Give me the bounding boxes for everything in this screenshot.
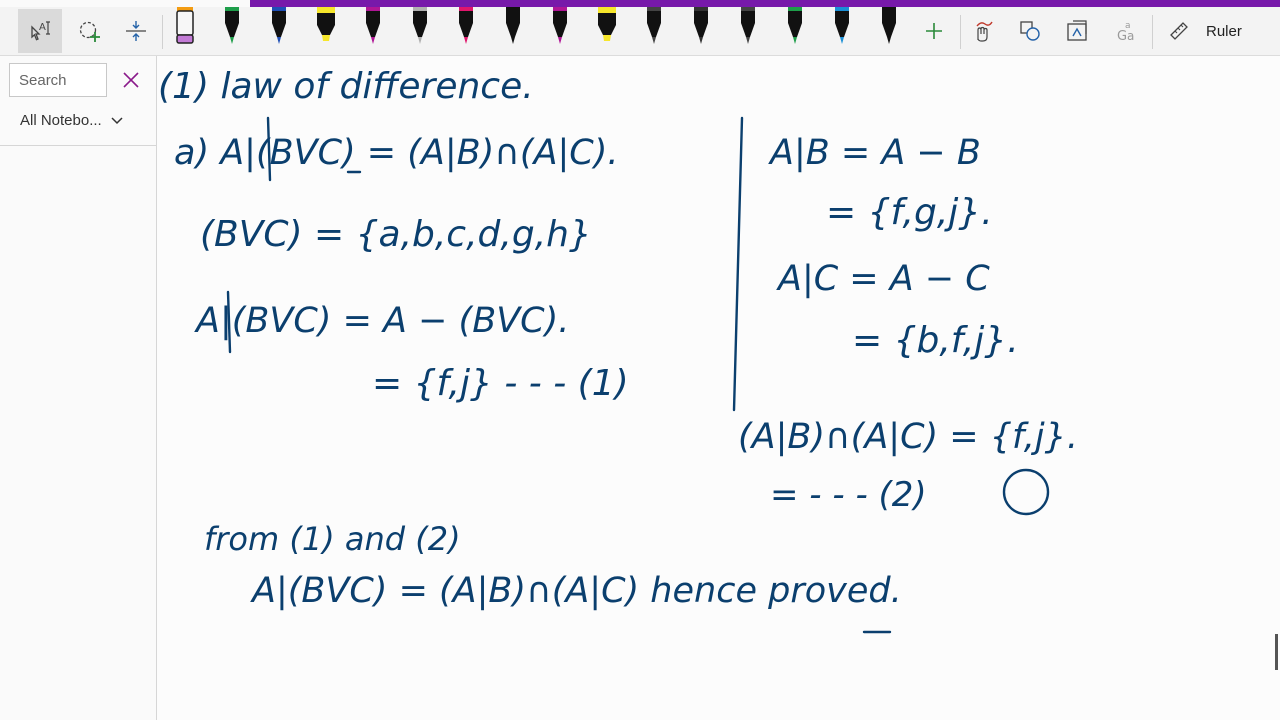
sidebar-divider — [0, 145, 157, 146]
pen-icon — [271, 7, 286, 44]
ruler-icon — [1170, 22, 1188, 40]
draw-toolbar: A a G a Ruler — [0, 7, 1280, 56]
pen-icon — [459, 7, 474, 44]
svg-text:G: G — [1117, 29, 1127, 44]
add-pen-button[interactable] — [912, 9, 956, 53]
close-search-button[interactable] — [118, 67, 144, 93]
insert-space-icon — [126, 21, 146, 41]
pen-12-pen[interactable] — [690, 7, 712, 47]
pen-8-pen[interactable] — [502, 7, 524, 47]
highlighter-icon — [598, 7, 617, 41]
svg-text:a: a — [1127, 29, 1134, 43]
pen-1-eraser[interactable] — [174, 7, 196, 47]
app-accent-strip — [250, 0, 1280, 7]
note-canvas[interactable]: (1) law of difference. a) A|(BVC) = (A|B… — [157, 56, 1280, 720]
pen-5-pen[interactable] — [362, 7, 384, 47]
note-result-one: = {f,j} - - - (1) — [372, 363, 629, 404]
pen-icon — [553, 7, 568, 44]
note-from-statement: from (1) and (2) — [204, 520, 461, 558]
pen-icon — [740, 7, 755, 44]
pen-14-pen[interactable] — [784, 7, 806, 47]
touch-draw-button[interactable] — [960, 9, 1004, 53]
note-a-minus-c-set: = {b,f,j}. — [852, 320, 1019, 361]
note-title: (1) law of difference. — [158, 66, 534, 107]
highlighter-icon — [316, 7, 335, 41]
lasso-select-tool[interactable]: A — [18, 9, 62, 53]
note-law-statement: a) A|(BVC) = (A|B)∩(A|C). — [174, 133, 619, 173]
ink-to-text-button[interactable] — [1056, 9, 1100, 53]
add-space-tool[interactable] — [68, 9, 112, 53]
vertical-scrollbar[interactable] — [1275, 634, 1278, 670]
pen-16-pen[interactable] — [878, 7, 900, 47]
insert-space-tool[interactable] — [114, 9, 158, 53]
toolbar-separator — [1152, 15, 1153, 49]
note-a-minus-b-set: = {f,g,j}. — [826, 192, 993, 233]
svg-text:A: A — [39, 22, 46, 33]
note-result-two: = - - - (2) — [770, 475, 927, 515]
pen-15-pen[interactable] — [831, 7, 853, 47]
ink-to-shape-button[interactable] — [1008, 9, 1052, 53]
close-icon — [123, 72, 139, 88]
note-b-union-c: (BVC) = {a,b,c,d,g,h} — [200, 214, 592, 255]
add-pen-icon — [926, 23, 942, 39]
notebook-filter-dropdown[interactable]: All Notebo... — [20, 112, 123, 129]
pen-icon — [647, 7, 661, 44]
pen-3-pen[interactable] — [268, 7, 290, 47]
notebook-filter-label: All Notebo... — [20, 112, 102, 129]
pen-9-pen[interactable] — [549, 7, 571, 47]
pencil-icon — [412, 7, 427, 44]
ink-divider-line — [732, 116, 744, 412]
pen-4-highlighter[interactable] — [315, 7, 337, 47]
note-a-minus-c: A|C = A − C — [776, 259, 990, 299]
pen-6-pencil[interactable] — [409, 7, 431, 47]
search-box — [9, 63, 107, 97]
pen-icon — [506, 7, 521, 44]
ink-circle-two — [1002, 468, 1050, 516]
notebook-sidebar: All Notebo... — [0, 56, 157, 720]
ink-to-text-icon — [1067, 20, 1087, 41]
pen-2-pen[interactable] — [221, 7, 243, 47]
ink-layer: (1) law of difference. a) A|(BVC) = (A|B… — [158, 66, 1078, 634]
pen-icon — [881, 7, 896, 44]
pen-icon — [834, 7, 849, 44]
pen-7-pen[interactable] — [455, 7, 477, 47]
pen-13-pen[interactable] — [737, 7, 759, 47]
touch-drawing-icon — [976, 21, 993, 42]
lasso-select-icon: A — [31, 21, 50, 41]
pen-icon — [693, 7, 708, 44]
search-input[interactable] — [10, 64, 106, 96]
ink-to-math-button[interactable]: a G a — [1104, 9, 1148, 53]
chevron-down-icon — [111, 116, 123, 124]
ink-to-math-icon: a G a — [1117, 21, 1134, 44]
pen-icon — [365, 7, 380, 44]
pen-icon — [787, 7, 802, 44]
pen-10-highlighter[interactable] — [596, 7, 618, 47]
eraser-icon — [176, 7, 194, 44]
add-space-icon — [79, 21, 100, 42]
pen-icon — [224, 7, 239, 44]
ruler-label[interactable]: Ruler — [1206, 23, 1242, 40]
toolbar-separator — [162, 15, 163, 49]
note-a-minus-b-union-c: A|(BVC) = A − (BVC). — [194, 301, 569, 341]
note-conclusion: A|(BVC) = (A|B)∩(A|C) hence proved. — [250, 571, 902, 611]
note-a-minus-b: A|B = A − B — [768, 133, 981, 173]
note-intersection: (A|B)∩(A|C) = {f,j}. — [738, 417, 1078, 457]
pen-11-pen[interactable] — [643, 7, 665, 47]
ink-to-shape-icon — [1020, 21, 1040, 41]
